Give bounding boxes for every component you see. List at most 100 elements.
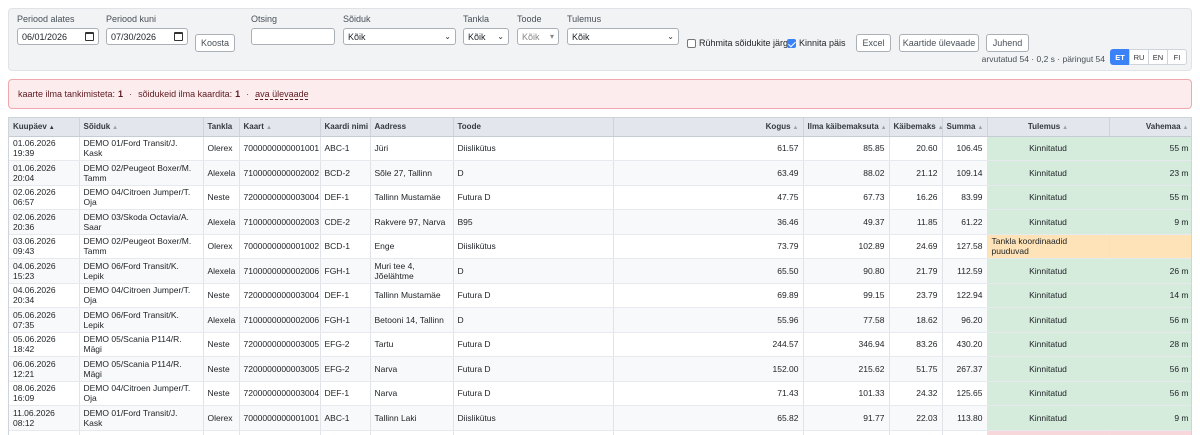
column-header-vat[interactable]: Käibemaks ▲ [889, 118, 944, 137]
address-cell: Muri tee 4, Jõelähtme [370, 258, 454, 284]
calendar-icon[interactable] [85, 32, 94, 41]
column-header-address[interactable]: Aadress [370, 118, 454, 137]
quantity-cell: 71.43 [613, 381, 804, 406]
station-cell: Olerex [203, 405, 240, 431]
table-row[interactable]: 04.06.2026 20:34 DEMO 04/Citroen Jumper/T.… [9, 283, 1191, 308]
date-value: 01.06.2026 [13, 138, 56, 149]
transactions-table: Kuupäev ▲ Sõiduk ▲ Tankla Kaart ▲ Kaardi ni… [9, 118, 1191, 435]
column-header-card[interactable]: Kaart ▲ [239, 118, 321, 137]
pin-header-checkbox[interactable]: Kinnita päis [787, 38, 846, 48]
product-cell: Diislikütus [453, 136, 614, 161]
table-row[interactable]: 02.06.2026 20:36 DEMO 03/Skoda Octavia/A. … [9, 209, 1191, 235]
checkbox-unchecked-icon[interactable] [687, 38, 696, 48]
table-row[interactable]: 08.06.2026 16:09 DEMO 04/Citroen Jumper/T.… [9, 381, 1191, 406]
lang-et-button[interactable]: ET [1110, 49, 1130, 65]
build-button[interactable]: Koosta [195, 34, 235, 52]
date-cell: 06.06.2026 12:21 [9, 356, 80, 382]
column-header-quantity[interactable]: Kogus ▲ [613, 118, 804, 137]
column-header-distance[interactable]: Vahemaa ▲ [1109, 118, 1191, 137]
open-overview-link[interactable]: ava ülevaade [255, 89, 309, 99]
station-cell: Alexela [203, 258, 240, 284]
distance-cell: 9 m [1109, 209, 1191, 235]
table-row[interactable]: 06.06.2026 12:21 DEMO 05/Scania P114/R. Mä… [9, 356, 1191, 382]
vehicle-cell [79, 430, 204, 435]
column-header-station[interactable]: Tankla [203, 118, 240, 137]
sort-icon: ▲ [880, 125, 887, 132]
card-cell [239, 430, 321, 435]
table-row[interactable]: 11.06.2026 08:12 DEMO 01/Ford Transit/J. K… [9, 405, 1191, 431]
caret-down-icon: ▾ [549, 32, 554, 41]
product-select[interactable]: Kõik ▾ [517, 28, 559, 45]
card-cell: 7100000000002006 [239, 258, 321, 284]
vehicle-cell: DEMO 01/Ford Transit/J. Kask [79, 136, 204, 161]
table-row[interactable] [9, 430, 1191, 435]
period-to-input[interactable]: 07/30/2026 [106, 28, 188, 45]
vehicle-select[interactable]: Kõik ⌄ [343, 28, 456, 45]
filter-panel: Periood alates 06/01/2026 Periood kuni 0… [8, 8, 1192, 71]
column-header-result[interactable]: Tulemus ▲ [987, 118, 1110, 137]
column-header-date[interactable]: Kuupäev ▲ [9, 118, 80, 137]
product-cell: Futura D [453, 356, 614, 382]
product-cell: D [453, 160, 614, 186]
guide-button[interactable]: Juhend [986, 34, 1029, 52]
vehicle-cell: DEMO 04/Citroen Jumper/T. Oja [79, 185, 204, 210]
table-row[interactable]: 04.06.2026 15:23 DEMO 06/Ford Transit/K. L… [9, 258, 1191, 284]
result-status-badge: Kinnitatud [987, 160, 1110, 186]
lang-ru-button[interactable]: RU [1129, 49, 1149, 65]
lang-fi-button[interactable]: FI [1167, 49, 1187, 65]
table-row[interactable]: 01.06.2026 20:04 DEMO 02/Peugeot Boxer/M. … [9, 160, 1191, 186]
quantity-cell: 65.82 [613, 405, 804, 431]
card-cell: 7100000000002002 [239, 160, 321, 186]
address-cell: Betooni 14, Tallinn [370, 307, 454, 333]
period-from-input[interactable]: 06/01/2026 [17, 28, 99, 45]
card-name-cell: EFG-2 [320, 356, 371, 382]
station-label: Tankla [463, 14, 490, 24]
chevron-down-icon: ⌄ [667, 32, 674, 41]
table-row[interactable]: 02.06.2026 06:57 DEMO 04/Citroen Jumper/T.… [9, 185, 1191, 210]
column-header-product[interactable]: Toode [453, 118, 614, 137]
table-body: 01.06.2026 19:39 DEMO 01/Ford Transit/J. K… [9, 136, 1191, 435]
vat-cell: 20.60 [889, 136, 943, 161]
column-header-vehicle[interactable]: Sõiduk ▲ [79, 118, 204, 137]
product-cell: Futura D [453, 381, 614, 406]
lang-en-button[interactable]: EN [1148, 49, 1168, 65]
vat-cell: 21.12 [889, 160, 943, 186]
station-select[interactable]: Kõik ⌄ [463, 28, 509, 45]
address-cell [370, 430, 454, 435]
net-cell: 88.02 [803, 160, 890, 186]
group-by-vehicle-checkbox[interactable]: Rühmita sõidukite järgi [687, 38, 790, 48]
address-cell: Tartu [370, 332, 454, 357]
product-cell: D [453, 258, 614, 284]
net-cell: 215.62 [803, 356, 890, 382]
period-from-group: Periood alates 06/01/2026 [17, 14, 99, 45]
address-cell: Tallinn Laki [370, 405, 454, 431]
result-status-badge: Kinnitatud [987, 405, 1110, 431]
checkbox-checked-icon[interactable] [787, 38, 796, 48]
distance-cell: 55 m [1109, 185, 1191, 210]
vat-cell: 22.03 [889, 405, 943, 431]
net-cell [803, 430, 890, 435]
table-row[interactable]: 05.06.2026 07:35 DEMO 06/Ford Transit/K. L… [9, 307, 1191, 333]
chevron-down-icon: ⌄ [497, 32, 504, 41]
calendar-icon[interactable] [174, 32, 183, 41]
net-cell: 102.89 [803, 234, 890, 259]
column-header-card-name[interactable]: Kaardi nimi [320, 118, 371, 137]
column-header-net[interactable]: Ilma käibemaksuta ▲ [803, 118, 890, 137]
chevron-down-icon: ⌄ [444, 32, 451, 41]
table-row[interactable]: 05.06.2026 18:42 DEMO 05/Scania P114/R. Mä… [9, 332, 1191, 357]
result-status-badge: Kinnitatud [987, 356, 1110, 382]
column-header-sum[interactable]: Summa ▲ [942, 118, 988, 137]
distance-cell: 55 m [1109, 136, 1191, 161]
vehicles-without-card-count: 1 [235, 89, 241, 99]
cards-overview-button[interactable]: Kaartide ülevaade [899, 34, 979, 52]
card-name-cell: DEF-1 [320, 283, 371, 308]
result-select[interactable]: Kõik ⌄ [567, 28, 679, 45]
result-status-badge: Tankla koordinaadid puuduvad [987, 234, 1110, 259]
table-row[interactable]: 01.06.2026 19:39 DEMO 01/Ford Transit/J. K… [9, 136, 1191, 161]
table-row[interactable]: 03.06.2026 09:43 DEMO 02/Peugeot Boxer/M. … [9, 234, 1191, 259]
card-cell: 7000000000001001 [239, 136, 321, 161]
search-input[interactable] [251, 28, 335, 45]
sort-icon: ▲ [112, 125, 119, 132]
excel-button[interactable]: Excel [856, 34, 891, 52]
result-status-badge: Kinnitatud [987, 332, 1110, 357]
